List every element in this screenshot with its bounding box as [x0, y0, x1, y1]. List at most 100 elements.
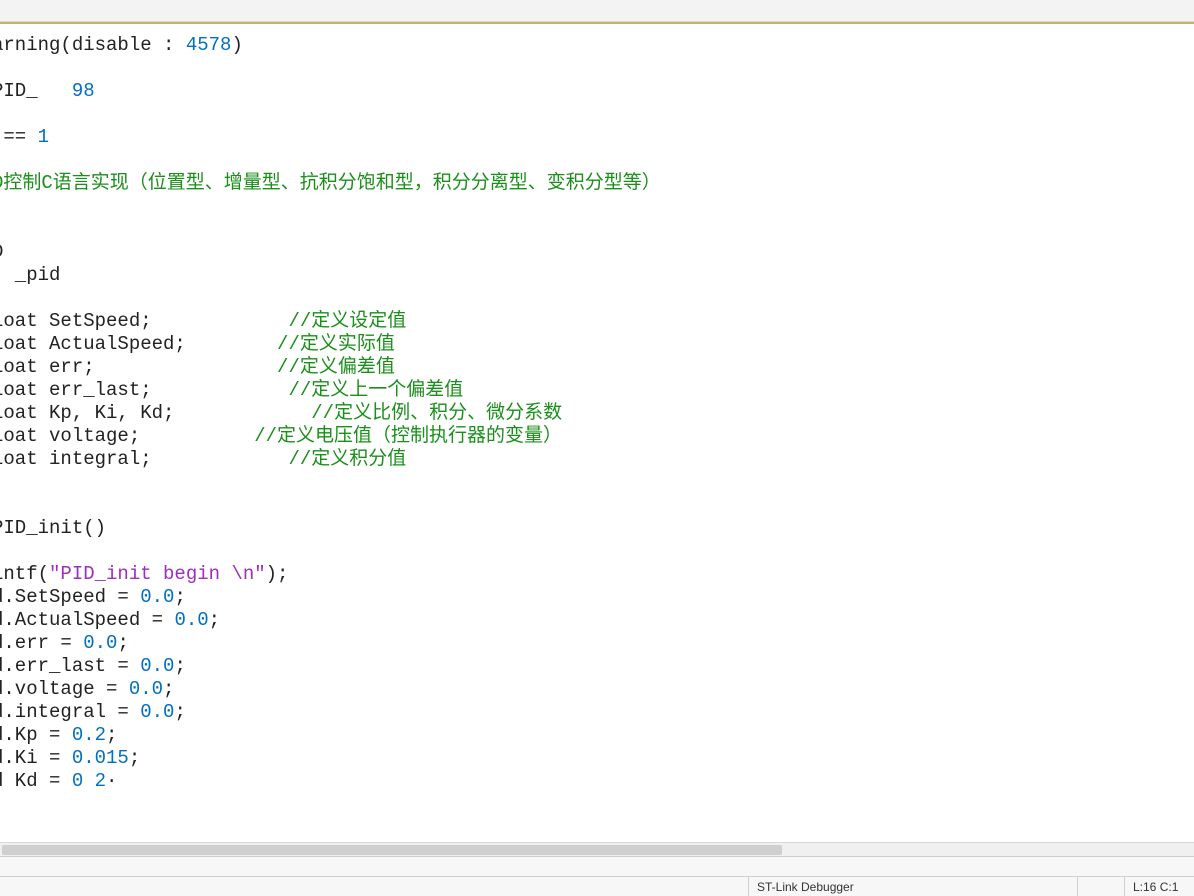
code-token: 4578: [186, 34, 232, 56]
code-token: loat integral;: [0, 448, 288, 470]
code-token: d.ActualSpeed =: [0, 609, 174, 631]
code-token: "PID_init begin \n": [49, 563, 266, 585]
code-line[interactable]: [0, 195, 1194, 218]
code-line[interactable]: arning(disable : 4578): [0, 34, 1194, 57]
horizontal-scrollbar-thumb[interactable]: [2, 845, 782, 855]
code-token: ==: [0, 126, 38, 148]
code-line[interactable]: D: [0, 241, 1194, 264]
code-line[interactable]: loat SetSpeed; //定义设定值: [0, 310, 1194, 333]
code-token: d.err =: [0, 632, 83, 654]
status-cursor-position: L:16 C:1: [1124, 877, 1194, 896]
code-line[interactable]: loat ActualSpeed; //定义实际值: [0, 333, 1194, 356]
code-token: ;: [174, 701, 185, 723]
code-token: _pid: [0, 264, 60, 286]
code-token: d.SetSpeed =: [0, 586, 140, 608]
status-cursor-position-label: L:16 C:1: [1133, 880, 1178, 894]
code-token: 0.0: [83, 632, 117, 654]
code-line[interactable]: d.voltage = 0.0;: [0, 678, 1194, 701]
code-token: //定义偏差值: [277, 356, 395, 378]
code-line[interactable]: [0, 540, 1194, 563]
code-token: 0.0: [140, 701, 174, 723]
code-token: loat SetSpeed;: [0, 310, 288, 332]
code-line[interactable]: PID_ 98: [0, 80, 1194, 103]
toolbar-top: [0, 0, 1194, 22]
code-token: D: [0, 241, 3, 263]
code-content[interactable]: arning(disable : 4578) PID_ 98 == 1 D控制C…: [0, 34, 1194, 793]
code-token: //定义电压值（控制执行器的变量）: [254, 425, 562, 447]
code-token: ·: [106, 770, 117, 792]
code-line[interactable]: d.Kp = 0.2;: [0, 724, 1194, 747]
code-line[interactable]: loat Kp, Ki, Kd; //定义比例、积分、微分系数: [0, 402, 1194, 425]
code-line[interactable]: loat err_last; //定义上一个偏差值: [0, 379, 1194, 402]
code-editor[interactable]: arning(disable : 4578) PID_ 98 == 1 D控制C…: [0, 22, 1194, 844]
code-token: loat err_last;: [0, 379, 288, 401]
code-token: 0.0: [129, 678, 163, 700]
code-token: ;: [209, 609, 220, 631]
code-token: //定义实际值: [277, 333, 395, 355]
code-token: 0 2: [72, 770, 106, 792]
status-row-upper: [0, 856, 1194, 876]
code-token: intf(: [0, 563, 49, 585]
code-line[interactable]: d.Ki = 0.015;: [0, 747, 1194, 770]
code-line[interactable]: [0, 103, 1194, 126]
code-token: loat err;: [0, 356, 277, 378]
code-line[interactable]: [0, 287, 1194, 310]
code-line[interactable]: [0, 149, 1194, 172]
code-token: d.Ki =: [0, 747, 72, 769]
code-token: ;: [106, 724, 117, 746]
code-line[interactable]: loat integral; //定义积分值: [0, 448, 1194, 471]
code-line[interactable]: d.integral = 0.0;: [0, 701, 1194, 724]
code-token: d Kd =: [0, 770, 72, 792]
code-line[interactable]: d.SetSpeed = 0.0;: [0, 586, 1194, 609]
code-token: D控制C语言实现（位置型、增量型、抗积分饱和型，积分分离型、变积分型等）: [0, 172, 661, 194]
code-line[interactable]: intf("PID_init begin \n");: [0, 563, 1194, 586]
code-line[interactable]: [0, 471, 1194, 494]
code-token: //定义设定值: [288, 310, 406, 332]
code-line[interactable]: D控制C语言实现（位置型、增量型、抗积分饱和型，积分分离型、变积分型等）: [0, 172, 1194, 195]
code-token: loat ActualSpeed;: [0, 333, 277, 355]
code-token: ;: [129, 747, 140, 769]
code-token: d.err_last =: [0, 655, 140, 677]
code-token: PID_init(): [0, 517, 106, 539]
code-token: d.voltage =: [0, 678, 129, 700]
status-debugger-label: ST-Link Debugger: [757, 880, 854, 894]
code-token: //定义积分值: [288, 448, 406, 470]
code-token: d.integral =: [0, 701, 140, 723]
code-token: 0.015: [72, 747, 129, 769]
status-bar: ST-Link Debugger L:16 C:1: [0, 876, 1194, 896]
code-line[interactable]: == 1: [0, 126, 1194, 149]
code-token: loat voltage;: [0, 425, 254, 447]
code-token: 0.2: [72, 724, 106, 746]
code-line[interactable]: [0, 218, 1194, 241]
code-line[interactable]: loat err; //定义偏差值: [0, 356, 1194, 379]
code-token: //定义上一个偏差值: [288, 379, 463, 401]
code-line[interactable]: d.ActualSpeed = 0.0;: [0, 609, 1194, 632]
code-line[interactable]: d.err_last = 0.0;: [0, 655, 1194, 678]
horizontal-scrollbar[interactable]: [0, 842, 1194, 856]
code-token: ;: [174, 586, 185, 608]
code-token: ): [231, 34, 242, 56]
code-token: ;: [174, 655, 185, 677]
code-line[interactable]: _pid: [0, 264, 1194, 287]
code-token: ;: [163, 678, 174, 700]
code-token: 0.0: [174, 609, 208, 631]
code-line[interactable]: [0, 494, 1194, 517]
code-token: loat Kp, Ki, Kd;: [0, 402, 311, 424]
code-line[interactable]: d Kd = 0 2·: [0, 770, 1194, 793]
code-token: );: [266, 563, 289, 585]
code-token: 1: [38, 126, 49, 148]
code-token: 0.0: [140, 586, 174, 608]
status-area: ST-Link Debugger L:16 C:1: [0, 842, 1194, 896]
code-line[interactable]: PID_init(): [0, 517, 1194, 540]
code-token: 0.0: [140, 655, 174, 677]
code-token: ;: [117, 632, 128, 654]
code-token: arning(disable :: [0, 34, 186, 56]
code-token: PID_: [0, 80, 72, 102]
code-token: 98: [72, 80, 95, 102]
code-token: d.Kp =: [0, 724, 72, 746]
code-line[interactable]: [0, 57, 1194, 80]
code-line[interactable]: d.err = 0.0;: [0, 632, 1194, 655]
status-debugger[interactable]: ST-Link Debugger: [748, 877, 1078, 896]
code-token: //定义比例、积分、微分系数: [311, 402, 562, 424]
code-line[interactable]: loat voltage; //定义电压值（控制执行器的变量）: [0, 425, 1194, 448]
